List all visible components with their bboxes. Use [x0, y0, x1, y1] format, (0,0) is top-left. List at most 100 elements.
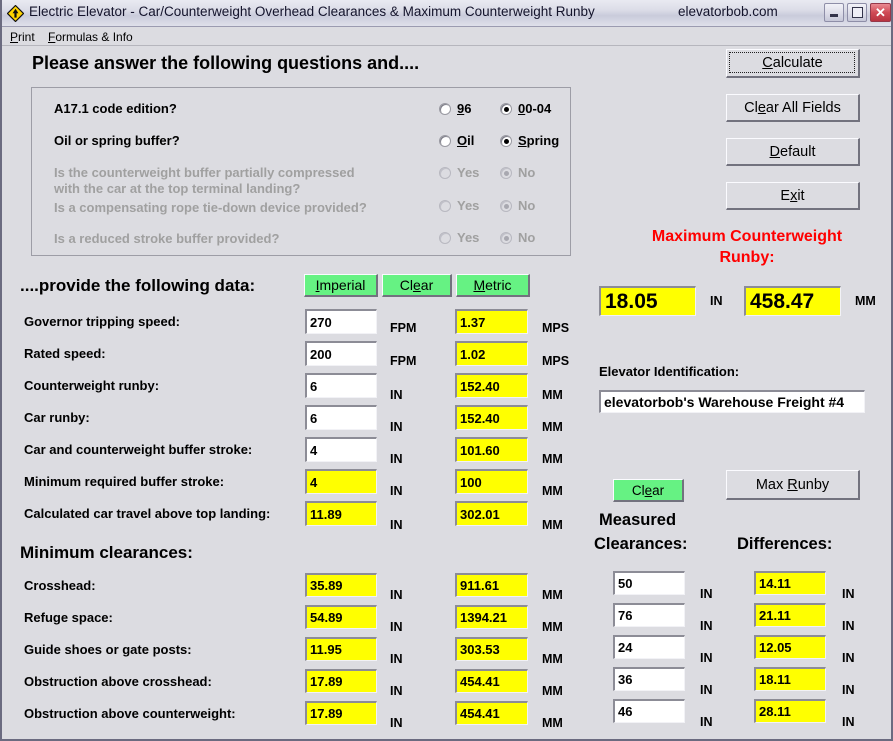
measured-unit-guide-shoes: IN — [700, 651, 713, 665]
clearance-min-mm-obstruction-counterweight[interactable]: 454.41 — [455, 701, 528, 725]
radio-code-0004[interactable] — [500, 103, 512, 115]
max-runby-button[interactable]: Max Runby — [726, 470, 860, 500]
data-unit-buffer-stroke-metric: MM — [542, 452, 563, 466]
radio-comp-rope-no[interactable] — [500, 200, 512, 212]
data-output-calculated-car-travel-metric[interactable]: 302.01 — [455, 501, 528, 526]
data-output-car-runby-metric[interactable]: 152.40 — [455, 405, 528, 430]
radio-comp-rope-yes[interactable] — [439, 200, 451, 212]
clear-units-button[interactable]: Clear — [382, 274, 452, 297]
radio-label-buffer-spring[interactable]: Spring — [518, 133, 559, 148]
radio-label-buffer-oil[interactable]: Oil — [457, 133, 474, 148]
calculate-button[interactable]: Calculate — [726, 49, 860, 78]
clearance-min-in-crosshead[interactable]: 35.89 — [305, 573, 377, 597]
difference-output-obstruction-counterweight[interactable]: 28.11 — [754, 699, 826, 723]
radio-label-reduced-stroke-no[interactable]: No — [518, 230, 535, 245]
data-input-governor-tripping-speed-imperial[interactable]: 270 — [305, 309, 377, 334]
data-unit-governor-imperial: FPM — [390, 321, 417, 335]
question-label-reduced-stroke: Is a reduced stroke buffer provided? — [54, 231, 280, 246]
maximize-icon — [848, 4, 866, 21]
calculate-rest: alculate — [772, 55, 823, 71]
difference-unit-obstruction-counterweight: IN — [842, 715, 855, 729]
menu-print-rest: rint — [18, 30, 35, 44]
radio-code-96[interactable] — [439, 103, 451, 115]
radio-reduced-stroke-no[interactable] — [500, 232, 512, 244]
data-output-governor-tripping-speed-metric[interactable]: 1.37 — [455, 309, 528, 334]
clearance-unit-in-guide-shoes: IN — [390, 652, 403, 666]
menu-formulas-rest: ormulas & Info — [55, 30, 133, 44]
data-input-rated-speed-imperial[interactable]: 200 — [305, 341, 377, 366]
metric-button[interactable]: Metric — [456, 274, 530, 297]
radio-label-code-96[interactable]: 96 — [457, 101, 471, 116]
radio-reduced-stroke-yes[interactable] — [439, 232, 451, 244]
data-unit-counterweight-runby-metric: MM — [542, 388, 563, 402]
questions-heading: Please answer the following questions an… — [32, 53, 420, 73]
data-section-heading: ....provide the following data: — [20, 276, 256, 295]
close-button[interactable]: ✕ — [870, 3, 891, 22]
brand-label: elevatorbob.com — [678, 4, 778, 19]
clearance-min-mm-refuge-space[interactable]: 1394.21 — [455, 605, 528, 629]
clearance-min-mm-guide-shoes[interactable]: 303.53 — [455, 637, 528, 661]
radio-buffer-compressed-yes[interactable] — [439, 167, 451, 179]
clearance-min-in-obstruction-counterweight[interactable]: 17.89 — [305, 701, 377, 725]
clearance-unit-in-obstruction-counterweight: IN — [390, 716, 403, 730]
data-input-car-runby-imperial[interactable]: 6 — [305, 405, 377, 430]
measured-clearances-heading-line1: Measured — [599, 511, 677, 529]
radio-label-buffer-compressed-no[interactable]: No — [518, 165, 535, 180]
data-output-min-required-buffer-stroke-imperial[interactable]: 4 — [305, 469, 377, 494]
max-runby-in-field[interactable]: 18.05 — [599, 286, 696, 316]
imperial-button[interactable]: Imperial — [304, 274, 378, 297]
difference-unit-crosshead: IN — [842, 587, 855, 601]
radio-label-reduced-stroke-yes[interactable]: Yes — [457, 230, 479, 245]
default-button[interactable]: Default — [726, 138, 860, 166]
clearance-min-in-refuge-space[interactable]: 54.89 — [305, 605, 377, 629]
data-unit-rated-speed-imperial: FPM — [390, 354, 417, 368]
data-output-buffer-stroke-metric[interactable]: 101.60 — [455, 437, 528, 462]
clear-measured-button[interactable]: Clear — [613, 479, 684, 502]
difference-output-crosshead[interactable]: 14.11 — [754, 571, 826, 595]
exit-button[interactable]: Exit — [726, 182, 860, 210]
elevator-identification-input[interactable]: elevatorbob's Warehouse Freight #4 — [599, 390, 865, 413]
clearance-min-in-obstruction-crosshead[interactable]: 17.89 — [305, 669, 377, 693]
radio-oil-rest: il — [467, 133, 475, 148]
data-output-calculated-car-travel-imperial[interactable]: 11.89 — [305, 501, 377, 526]
measured-input-obstruction-crosshead[interactable]: 36 — [613, 667, 685, 691]
imperial-rest: mperial — [319, 277, 366, 293]
clearance-min-mm-obstruction-crosshead[interactable]: 454.41 — [455, 669, 528, 693]
menu-item-print[interactable]: Print — [7, 29, 38, 45]
application-window: Electric Elevator - Car/Counterweight Ov… — [0, 0, 893, 741]
data-output-counterweight-runby-metric[interactable]: 152.40 — [455, 373, 528, 398]
difference-output-obstruction-crosshead[interactable]: 18.11 — [754, 667, 826, 691]
difference-output-guide-shoes[interactable]: 12.05 — [754, 635, 826, 659]
data-input-buffer-stroke-imperial[interactable]: 4 — [305, 437, 377, 462]
metric-mnemonic: M — [473, 277, 486, 293]
measured-input-guide-shoes[interactable]: 24 — [613, 635, 685, 659]
clear-all-pre: Cl — [744, 99, 758, 116]
difference-output-refuge-space[interactable]: 21.11 — [754, 603, 826, 627]
maximize-button[interactable] — [847, 3, 867, 22]
measured-input-obstruction-counterweight[interactable]: 46 — [613, 699, 685, 723]
data-input-counterweight-runby-imperial[interactable]: 6 — [305, 373, 377, 398]
radio-buffer-oil[interactable] — [439, 135, 451, 147]
data-label-counterweight-runby: Counterweight runby: — [24, 378, 160, 393]
radio-label-code-0004[interactable]: 00-04 — [518, 101, 551, 116]
radio-label-comp-rope-no[interactable]: No — [518, 198, 535, 213]
max-runby-mm-field[interactable]: 458.47 — [744, 286, 841, 316]
data-output-rated-speed-metric[interactable]: 1.02 — [455, 341, 528, 366]
clearance-unit-mm-guide-shoes: MM — [542, 652, 563, 666]
menu-item-formulas-and-info[interactable]: Formulas & Info — [45, 29, 136, 45]
measured-input-crosshead[interactable]: 50 — [613, 571, 685, 595]
clearance-min-mm-crosshead[interactable]: 911.61 — [455, 573, 528, 597]
radio-label-buffer-compressed-yes[interactable]: Yes — [457, 165, 479, 180]
radio-label-comp-rope-yes[interactable]: Yes — [457, 198, 479, 213]
radio-buffer-spring[interactable] — [500, 135, 512, 147]
minimize-button[interactable] — [824, 3, 844, 22]
measured-input-refuge-space[interactable]: 76 — [613, 603, 685, 627]
clear-all-fields-button[interactable]: Clear All Fields — [726, 94, 860, 122]
data-label-governor-tripping-speed: Governor tripping speed: — [24, 314, 181, 329]
data-output-min-required-buffer-stroke-metric[interactable]: 100 — [455, 469, 528, 494]
data-unit-min-buffer-stroke-metric: MM — [542, 484, 563, 498]
question-label-buffer-type: Oil or spring buffer? — [54, 133, 180, 148]
clearance-unit-in-crosshead: IN — [390, 588, 403, 602]
radio-buffer-compressed-no[interactable] — [500, 167, 512, 179]
clearance-min-in-guide-shoes[interactable]: 11.95 — [305, 637, 377, 661]
